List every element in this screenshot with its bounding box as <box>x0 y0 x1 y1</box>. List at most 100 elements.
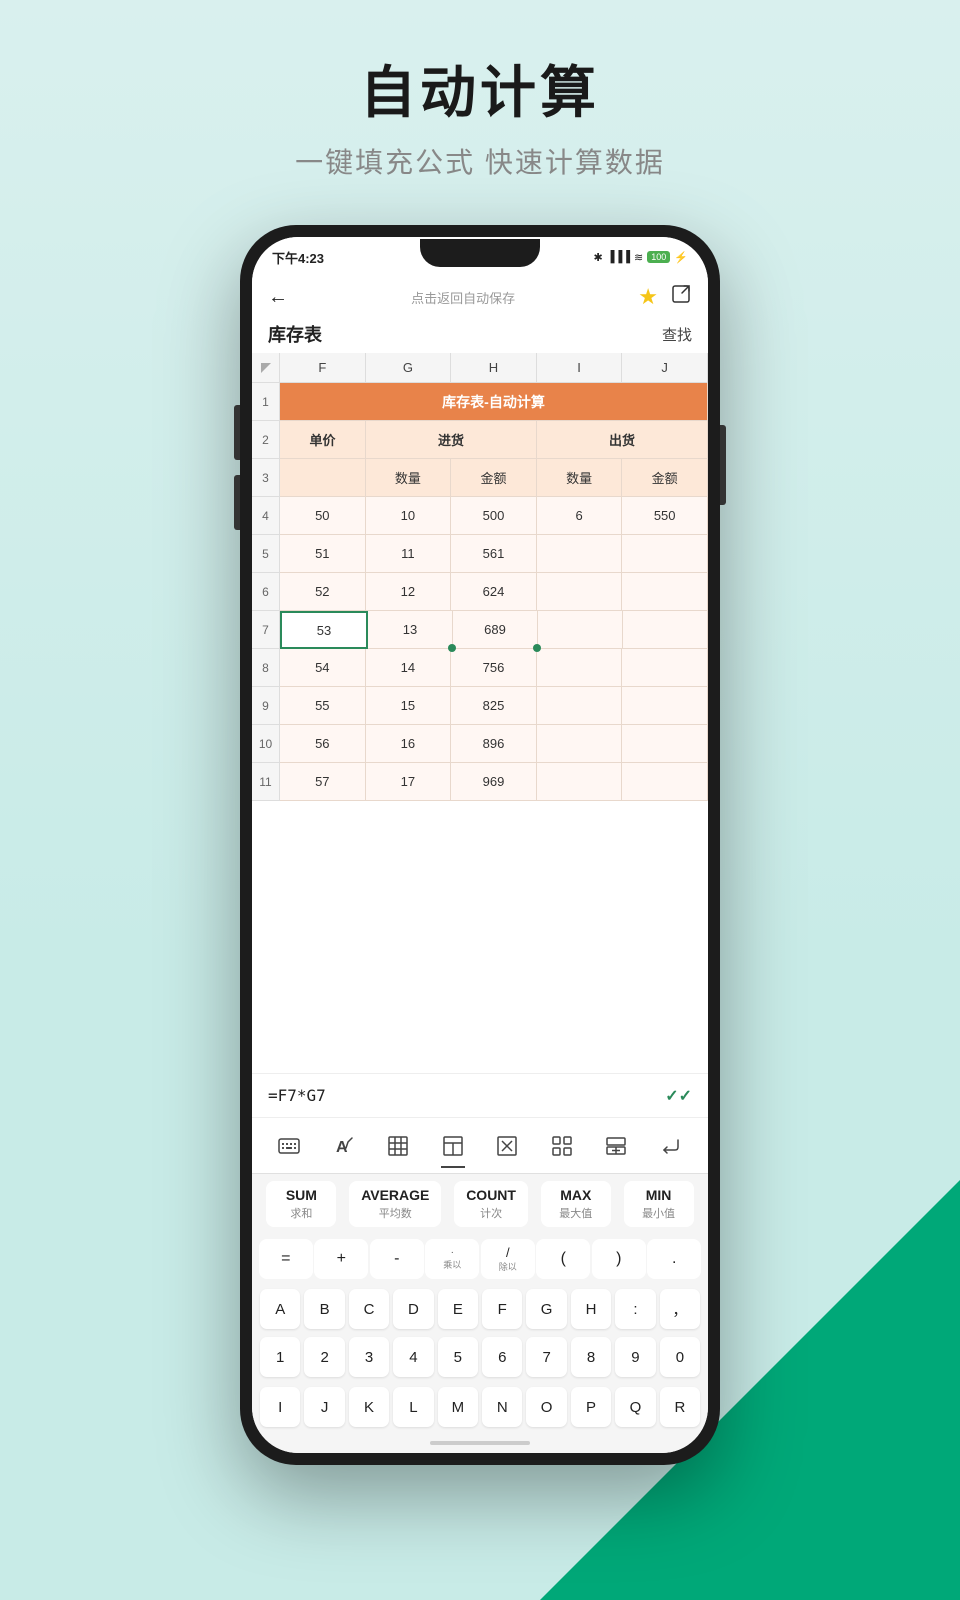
table-cell[interactable] <box>537 725 623 763</box>
table-cell[interactable]: 689 <box>453 611 538 649</box>
table-cell[interactable]: 561 <box>451 535 537 573</box>
text-format-icon[interactable]: A <box>326 1128 362 1164</box>
count-button[interactable]: COUNT 计次 <box>454 1181 528 1227</box>
table-cell[interactable]: 969 <box>451 763 537 801</box>
key-A[interactable]: A <box>260 1289 300 1329</box>
key-P[interactable]: P <box>571 1387 611 1427</box>
table-cell[interactable] <box>623 611 708 649</box>
table-cell[interactable]: 10 <box>366 497 452 535</box>
table-cell[interactable]: 13 <box>368 611 453 649</box>
selected-cell[interactable]: 53 <box>280 611 368 649</box>
table-cell[interactable]: 17 <box>366 763 452 801</box>
sum-button[interactable]: SUM 求和 <box>266 1181 336 1227</box>
table-cell[interactable] <box>537 687 623 725</box>
key-6[interactable]: 6 <box>482 1337 522 1377</box>
table-cell[interactable]: 金额 <box>622 459 708 497</box>
cell-format-icon[interactable] <box>435 1128 471 1164</box>
table-cell[interactable]: 51 <box>280 535 366 573</box>
key-9[interactable]: 9 <box>615 1337 655 1377</box>
table-cell[interactable]: 数量 <box>366 459 452 497</box>
multiply-key[interactable]: · 乘以 <box>425 1239 479 1279</box>
key-L[interactable]: L <box>393 1387 433 1427</box>
table-cell[interactable] <box>537 649 623 687</box>
table-cell[interactable]: 15 <box>366 687 452 725</box>
key-G[interactable]: G <box>526 1289 566 1329</box>
key-3[interactable]: 3 <box>349 1337 389 1377</box>
table-cell[interactable]: 52 <box>280 573 366 611</box>
key-B[interactable]: B <box>304 1289 344 1329</box>
table-cell[interactable]: 624 <box>451 573 537 611</box>
table-cell[interactable] <box>537 573 623 611</box>
table-cell[interactable]: 56 <box>280 725 366 763</box>
table-header-cell[interactable]: 库存表-自动计算 <box>280 383 708 421</box>
key-2[interactable]: 2 <box>304 1337 344 1377</box>
key-0[interactable]: 0 <box>660 1337 700 1377</box>
table-cell[interactable]: 金额 <box>451 459 537 497</box>
table-cell[interactable]: 进货 <box>366 421 537 459</box>
formula-confirm-button[interactable]: ✓✓ <box>665 1086 692 1106</box>
enter-icon[interactable] <box>653 1128 689 1164</box>
key-7[interactable]: 7 <box>526 1337 566 1377</box>
back-button[interactable]: ← <box>268 286 288 309</box>
keyboard-icon[interactable] <box>271 1128 307 1164</box>
table-cell[interactable] <box>622 725 708 763</box>
key-colon[interactable]: : <box>615 1289 655 1329</box>
table-cell[interactable]: 出货 <box>537 421 708 459</box>
find-button[interactable]: 查找 <box>662 324 692 345</box>
table-cell[interactable]: 11 <box>366 535 452 573</box>
equals-key[interactable]: = <box>259 1239 313 1279</box>
average-button[interactable]: AVERAGE 平均数 <box>349 1181 441 1227</box>
lparen-key[interactable]: ( <box>536 1239 590 1279</box>
max-button[interactable]: MAX 最大值 <box>541 1181 611 1227</box>
table-cell[interactable] <box>622 649 708 687</box>
rparen-key[interactable]: ) <box>592 1239 646 1279</box>
table-cell[interactable] <box>622 687 708 725</box>
export-button[interactable] <box>670 283 692 311</box>
table-cell[interactable]: 756 <box>451 649 537 687</box>
key-Q[interactable]: Q <box>615 1387 655 1427</box>
key-8[interactable]: 8 <box>571 1337 611 1377</box>
table-cell[interactable] <box>537 535 623 573</box>
divide-key[interactable]: / 除以 <box>481 1239 535 1279</box>
key-4[interactable]: 4 <box>393 1337 433 1377</box>
plus-key[interactable]: + <box>314 1239 368 1279</box>
table-cell[interactable] <box>622 573 708 611</box>
table-cell[interactable] <box>538 611 623 649</box>
table-cell[interactable]: 16 <box>366 725 452 763</box>
table-cell[interactable]: 54 <box>280 649 366 687</box>
key-O[interactable]: O <box>526 1387 566 1427</box>
table-cell[interactable]: 6 <box>537 497 623 535</box>
table-cell[interactable]: 57 <box>280 763 366 801</box>
key-H[interactable]: H <box>571 1289 611 1329</box>
key-1[interactable]: 1 <box>260 1337 300 1377</box>
key-M[interactable]: M <box>438 1387 478 1427</box>
key-E[interactable]: E <box>438 1289 478 1329</box>
dot-key[interactable]: . <box>647 1239 701 1279</box>
table-cell[interactable]: 14 <box>366 649 452 687</box>
formula-icon[interactable] <box>489 1128 525 1164</box>
table-cell[interactable]: 12 <box>366 573 452 611</box>
table-cell[interactable] <box>622 535 708 573</box>
key-I[interactable]: I <box>260 1387 300 1427</box>
table-cell[interactable] <box>280 459 366 497</box>
key-D[interactable]: D <box>393 1289 433 1329</box>
key-N[interactable]: N <box>482 1387 522 1427</box>
table-cell[interactable] <box>622 763 708 801</box>
key-K[interactable]: K <box>349 1387 389 1427</box>
key-comma[interactable]: ， <box>660 1289 700 1329</box>
key-J[interactable]: J <box>304 1387 344 1427</box>
table-cell[interactable]: 825 <box>451 687 537 725</box>
table-cell[interactable]: 50 <box>280 497 366 535</box>
key-R[interactable]: R <box>660 1387 700 1427</box>
table-icon[interactable] <box>380 1128 416 1164</box>
key-5[interactable]: 5 <box>438 1337 478 1377</box>
table-cell[interactable]: 55 <box>280 687 366 725</box>
table-cell[interactable]: 550 <box>622 497 708 535</box>
key-F[interactable]: F <box>482 1289 522 1329</box>
insert-row-icon[interactable] <box>598 1128 634 1164</box>
table-cell[interactable] <box>537 763 623 801</box>
table-cell[interactable]: 500 <box>451 497 537 535</box>
min-button[interactable]: MIN 最小值 <box>624 1181 694 1227</box>
table-cell[interactable]: 896 <box>451 725 537 763</box>
minus-key[interactable]: - <box>370 1239 424 1279</box>
